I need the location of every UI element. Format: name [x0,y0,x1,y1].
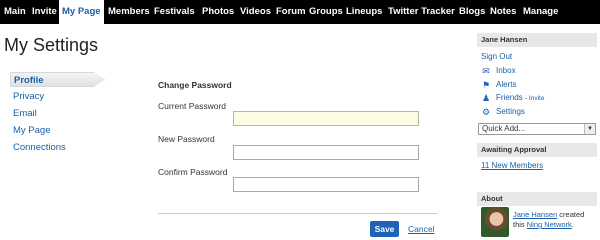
about-this-text: this [513,220,527,229]
settings-nav-email[interactable]: Email [13,108,37,119]
current-password-field[interactable] [233,111,419,126]
user-panel-header: Jane Hansen [477,33,597,47]
nav-item-festivals[interactable]: Festivals [154,0,195,24]
new-members-link[interactable]: 11 New Members [481,161,543,170]
nav-item-invite[interactable]: Invite [32,0,57,24]
form-divider [158,213,437,214]
settings-icon: ⚙ [481,107,491,117]
nav-item-videos[interactable]: Videos [240,0,271,24]
nav-item-notes[interactable]: Notes [490,0,516,24]
settings-nav-profile[interactable]: Profile [10,72,105,87]
inbox-link[interactable]: Inbox [496,66,516,75]
confirm-password-field[interactable] [233,177,419,192]
settings-link[interactable]: Settings [496,107,525,116]
new-password-field[interactable] [233,145,419,160]
nav-item-main[interactable]: Main [4,0,26,24]
friends-icon: ♟ [481,93,491,103]
sign-out-link[interactable]: Sign Out [481,52,512,61]
confirm-password-label: Confirm Password [158,167,228,177]
nav-item-forum[interactable]: Forum [276,0,306,24]
settings-nav-my-page[interactable]: My Page [13,125,51,136]
settings-nav-connections[interactable]: Connections [13,142,66,153]
about-header: About [477,192,597,206]
about-user-link[interactable]: Jane Hansen [513,210,557,219]
nav-item-blogs[interactable]: Blogs [459,0,485,24]
nav-item-twitter-tracker[interactable]: Twitter Tracker [388,0,455,24]
nav-item-lineups[interactable]: Lineups [346,0,382,24]
about-period: . [571,220,574,229]
nav-item-my-page[interactable]: My Page [59,0,104,24]
nav-item-members[interactable]: Members [108,0,150,24]
invite-link[interactable]: - Invite [525,95,545,102]
change-password-heading: Change Password [158,80,232,90]
top-nav: Main Invite My Page Members Festivals Ph… [0,0,600,24]
avatar[interactable] [481,207,509,237]
nav-item-manage[interactable]: Manage [523,0,558,24]
cancel-link[interactable]: Cancel [408,224,434,234]
settings-nav-privacy[interactable]: Privacy [13,91,44,102]
new-password-label: New Password [158,134,215,144]
chevron-down-icon: ▼ [584,124,595,134]
about-created-text: created [557,210,585,219]
current-password-label: Current Password [158,101,227,111]
network-link[interactable]: Ning Network [527,220,572,229]
alerts-icon: ⚑ [481,80,491,90]
friends-row: Friends - Invite [496,93,544,102]
page-title: My Settings [4,35,99,55]
quick-add-value: Quick Add... [482,124,526,133]
friends-link[interactable]: Friends [496,93,523,102]
inbox-icon: ✉ [482,66,490,76]
alerts-link[interactable]: Alerts [496,80,516,89]
nav-item-groups[interactable]: Groups [309,0,343,24]
quick-add-select[interactable]: Quick Add... ▼ [478,123,596,135]
nav-item-photos[interactable]: Photos [202,0,234,24]
about-text: Jane Hansen created this Ning Network. [513,210,584,230]
awaiting-approval-header: Awaiting Approval [477,143,597,157]
save-button[interactable]: Save [370,221,399,237]
